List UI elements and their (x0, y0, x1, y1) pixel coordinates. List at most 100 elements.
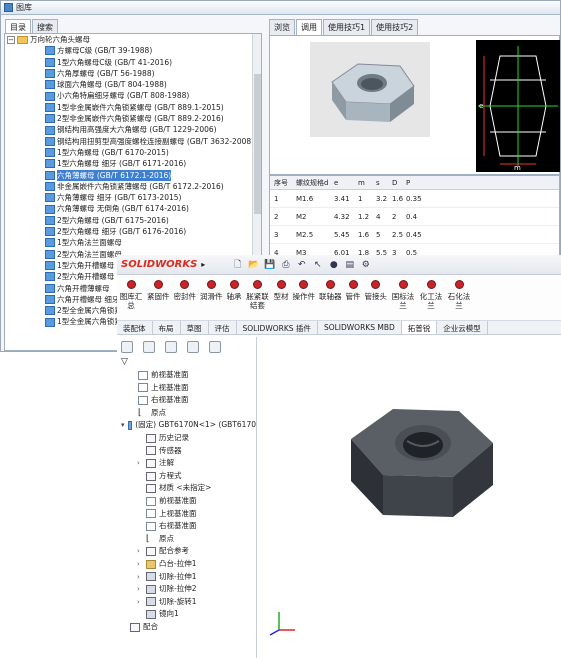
new-icon[interactable]: 🗋 (231, 259, 244, 271)
tab-tips-1[interactable]: 使用技巧1 (323, 19, 371, 35)
tree-item[interactable]: 1型六角法兰面螺母 (5, 237, 261, 248)
tree-item[interactable]: 六角薄螺母 无倒角 (GB/T 6174-2016) (5, 203, 261, 214)
expand-arrow-icon[interactable]: › (137, 596, 143, 609)
expand-arrow-icon[interactable]: › (137, 571, 143, 584)
column-header[interactable]: P (402, 179, 424, 187)
tree-item[interactable]: 钢结构用高强度大六角螺母 (GB/T 1229-2006) (5, 124, 261, 135)
ribbon-button[interactable]: 石化法兰 (447, 275, 471, 320)
tree-item[interactable]: 六角薄螺母 细牙 (GB/T 6173-2015) (5, 192, 261, 203)
property-manager-tab-icon[interactable] (143, 341, 155, 353)
command-tab[interactable]: 草图 (181, 321, 209, 334)
ribbon-button[interactable]: 密封件 (174, 275, 196, 320)
ribbon-button[interactable]: 化工法兰 (419, 275, 443, 320)
feature-tree-item[interactable]: 右视基准面 (117, 394, 256, 407)
tree-item[interactable]: 方螺母C级 (GB/T 39-1988) (5, 45, 261, 56)
filter-icon[interactable]: ▽ (117, 357, 256, 369)
tab-tips-2[interactable]: 使用技巧2 (371, 19, 419, 35)
column-header[interactable]: e (330, 179, 354, 187)
ribbon-button[interactable]: 操作件 (293, 275, 315, 320)
tree-item[interactable]: 1型六角螺母 (GB/T 6170-2015) (5, 147, 261, 158)
command-tab[interactable]: 评估 (209, 321, 237, 334)
column-header[interactable]: s (372, 179, 388, 187)
column-header[interactable]: 螺纹规格d (292, 178, 330, 188)
feature-tree-item[interactable]: 配合 (117, 621, 256, 634)
ribbon-button[interactable]: 紧固件 (147, 275, 170, 320)
feature-tree-item[interactable]: 传感器 (117, 445, 256, 458)
expand-arrow-icon[interactable]: › (137, 457, 143, 470)
save-icon[interactable]: 💾 (263, 259, 276, 271)
print-icon[interactable]: ⎙ (279, 259, 292, 271)
command-tab[interactable]: 装配体 (117, 321, 153, 334)
options-icon[interactable]: ⚙ (359, 259, 372, 271)
configuration-tab-icon[interactable] (165, 341, 177, 353)
feature-tree-item[interactable]: › 切除-拉伸2 (117, 583, 256, 596)
collapse-icon[interactable]: − (7, 35, 15, 44)
tree-item[interactable]: 1型六角螺母C级 (GB/T 41-2016) (5, 57, 261, 68)
tree-item[interactable]: 2型六角螺母 (GB/T 6175-2016) (5, 215, 261, 226)
feature-tree-item[interactable]: 镜向1 (117, 608, 256, 621)
ribbon-button[interactable]: 轴承 (227, 275, 242, 320)
command-tab[interactable]: 企业云模型 (437, 321, 488, 334)
feature-tree-item[interactable]: 前视基准面 (117, 369, 256, 382)
table-row[interactable]: 3 M2.5 5.45 1.6 5 2.5 0.45 (270, 226, 559, 244)
feature-tree-tab-icon[interactable] (121, 341, 133, 353)
feature-tree-item[interactable]: › 切除-旋转1 (117, 596, 256, 609)
feature-tree-item[interactable]: › 配合参考 (117, 545, 256, 558)
rebuild-icon[interactable]: ● (327, 259, 340, 271)
command-tab[interactable]: SOLIDWORKS MBD (318, 321, 402, 334)
display-manager-tab-icon[interactable] (209, 341, 221, 353)
ribbon-button[interactable]: 胀紧联结套 (246, 275, 270, 320)
tree-item[interactable]: 非金属嵌件六角锁紧薄螺母 (GB/T 6172.2-2016) (5, 181, 261, 192)
feature-tree-item[interactable]: 方程式 (117, 470, 256, 483)
command-tab[interactable]: 布局 (153, 321, 181, 334)
graphics-viewport[interactable] (259, 337, 561, 658)
tab-browse[interactable]: 浏览 (269, 19, 295, 35)
feature-tree-item[interactable]: 上视基准面 (117, 382, 256, 395)
tree-item[interactable]: 球面六角螺母 (GB/T 804-1988) (5, 79, 261, 90)
feature-tree-item[interactable]: ▾ (固定) GBT6170N<1> (GBT6170 (117, 419, 256, 432)
feature-tree-item[interactable]: 历史记录 (117, 432, 256, 445)
expand-arrow-icon[interactable]: ▸ (201, 260, 205, 269)
tree-item[interactable]: 钢结构用扭剪型高强度螺栓连接副螺母 (GB/T 3632-2008) (5, 136, 261, 147)
hex-nut-model[interactable] (331, 397, 511, 537)
feature-tree-item[interactable]: › 注解 (117, 457, 256, 470)
column-header[interactable]: 序号 (270, 178, 292, 188)
tree-root[interactable]: − 万向轮六角头螺母 (5, 34, 261, 45)
table-row[interactable]: 1 M1.6 3.41 1 3.2 1.6 0.35 (270, 190, 559, 208)
feature-tree-item[interactable]: › 切除-拉伸1 (117, 571, 256, 584)
expand-arrow-icon[interactable]: ▾ (121, 419, 125, 432)
tree-item[interactable]: 六角厚螺母 (GB/T 56-1988) (5, 68, 261, 79)
dimxpert-tab-icon[interactable] (187, 341, 199, 353)
expand-arrow-icon[interactable]: › (137, 583, 143, 596)
ribbon-button[interactable]: 国标法兰 (391, 275, 415, 320)
ribbon-button[interactable]: 管接头 (365, 275, 387, 320)
command-tab[interactable]: 拓普锐 (401, 321, 438, 334)
feature-tree-item[interactable]: 前视基准面 (117, 495, 256, 508)
feature-tree-item[interactable]: ⌊ 原点 (117, 407, 256, 420)
tab-invoke[interactable]: 调用 (296, 19, 322, 35)
select-icon[interactable]: ↖ (311, 259, 324, 271)
ribbon-button[interactable]: 润滑件 (200, 275, 223, 320)
tree-item[interactable]: 2型六角螺母 细牙 (GB/T 6176-2016) (5, 226, 261, 237)
feature-tree-item[interactable]: 上视基准面 (117, 508, 256, 521)
undo-icon[interactable]: ↶ (295, 259, 308, 271)
ribbon-button[interactable]: 型材 (274, 275, 289, 320)
tree-item[interactable]: 1型非金属嵌件六角锁紧螺母 (GB/T 889.1-2015) (5, 102, 261, 113)
tree-item[interactable]: 2型非金属嵌件六角锁紧螺母 (GB/T 889.2-2016) (5, 113, 261, 124)
expand-arrow-icon[interactable]: › (137, 545, 143, 558)
tree-item[interactable]: 六角薄螺母 (GB/T 6172.1-2016) (5, 169, 261, 181)
feature-tree-item[interactable]: ⌊ 原点 (117, 533, 256, 546)
feature-tree-item[interactable]: › 凸台-拉伸1 (117, 558, 256, 571)
feature-tree-item[interactable]: 右视基准面 (117, 520, 256, 533)
table-row[interactable]: 2 M2 4.32 1.2 4 2 0.4 (270, 208, 559, 226)
tree-scroll-thumb[interactable] (254, 74, 261, 214)
expand-arrow-icon[interactable]: › (137, 558, 143, 571)
tree-item[interactable]: 1型六角螺母 细牙 (GB/T 6171-2016) (5, 158, 261, 169)
command-tab[interactable]: SOLIDWORKS 插件 (237, 321, 318, 334)
ribbon-button[interactable]: 图库汇总 (119, 275, 143, 320)
ribbon-button[interactable]: 联轴器 (319, 275, 342, 320)
ribbon-button[interactable]: 管件 (346, 275, 361, 320)
column-header[interactable]: m (354, 179, 372, 187)
column-header[interactable]: D (388, 179, 402, 187)
open-icon[interactable]: 📂 (247, 259, 260, 271)
